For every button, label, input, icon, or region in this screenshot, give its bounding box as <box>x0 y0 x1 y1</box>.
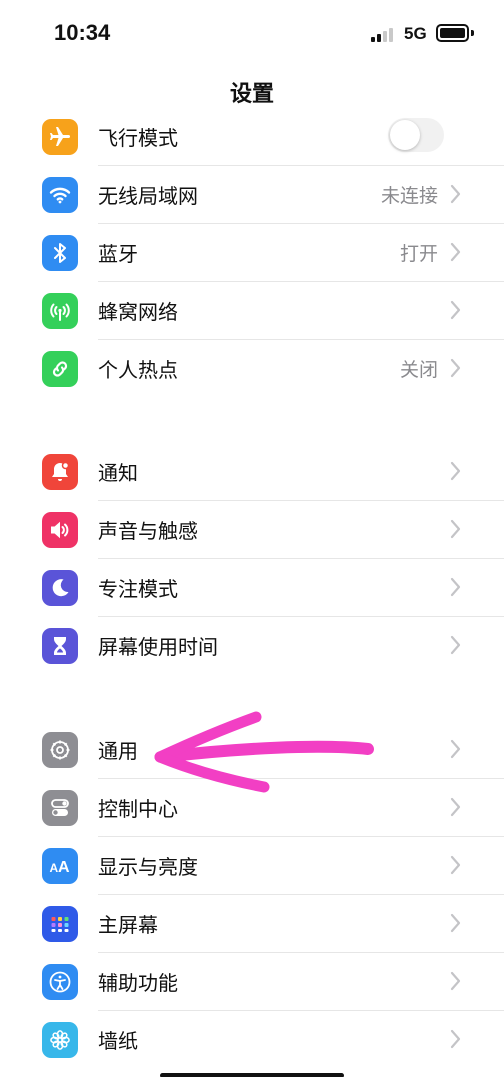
hourglass-icon <box>42 628 78 664</box>
row-value: 未连接 <box>380 185 438 207</box>
airplane-icon <box>42 119 78 155</box>
moon-icon <box>42 570 78 606</box>
antenna-icon <box>42 293 78 329</box>
chevron-right-icon <box>450 300 461 320</box>
settings-row-wifi[interactable]: 无线局域网 未连接 <box>0 166 504 224</box>
settings-group-notifications: 通知 声音与触感 专注模式 屏幕使用时间 <box>0 443 504 675</box>
settings-row-focus[interactable]: 专注模式 <box>0 559 504 617</box>
row-label: 蓝牙 <box>98 242 138 266</box>
chevron-right-icon <box>450 1029 461 1049</box>
hotspot-icon <box>42 351 78 387</box>
settings-group-connectivity: 飞行模式 无线局域网 未连接 蓝牙 打开 蜂窝网络 个人热点 关闭 <box>0 108 504 398</box>
settings-row-airplane-mode[interactable]: 飞行模式 <box>0 108 504 166</box>
page-title: 设置 <box>229 82 274 107</box>
row-label: 专注模式 <box>98 577 178 601</box>
settings-row-home-screen[interactable]: 主屏幕 <box>0 895 504 953</box>
chevron-right-icon <box>450 358 461 378</box>
settings-row-bluetooth[interactable]: 蓝牙 打开 <box>0 224 504 282</box>
chevron-right-icon <box>450 577 461 597</box>
status-time: 10:34 <box>54 20 111 45</box>
battery-icon <box>436 24 469 42</box>
chevron-right-icon <box>450 184 461 204</box>
settings-row-personal-hotspot[interactable]: 个人热点 关闭 <box>0 340 504 398</box>
settings-group-general: 通用 控制中心 AA 显示与亮度 主屏幕 辅助功能 墙纸 <box>0 721 504 1069</box>
settings-row-sounds-haptics[interactable]: 声音与触感 <box>0 501 504 559</box>
settings-row-display-brightness[interactable]: AA 显示与亮度 <box>0 837 504 895</box>
text-size-icon: AA <box>42 848 78 884</box>
row-label: 通用 <box>98 739 138 763</box>
toggles-icon <box>42 790 78 826</box>
settings-row-control-center[interactable]: 控制中心 <box>0 779 504 837</box>
row-label: 屏幕使用时间 <box>98 635 218 659</box>
row-label: 个人热点 <box>98 358 178 382</box>
bluetooth-icon <box>42 235 78 271</box>
bell-icon <box>42 454 78 490</box>
chevron-right-icon <box>450 519 461 539</box>
wifi-icon <box>42 177 78 213</box>
settings-row-screen-time[interactable]: 屏幕使用时间 <box>0 617 504 675</box>
settings-row-wallpaper[interactable]: 墙纸 <box>0 1011 504 1069</box>
chevron-right-icon <box>450 855 461 875</box>
settings-row-accessibility[interactable]: 辅助功能 <box>0 953 504 1011</box>
airplane-mode-toggle[interactable] <box>388 118 444 152</box>
gear-icon <box>42 732 78 768</box>
row-value: 关闭 <box>399 359 438 381</box>
row-label: 显示与亮度 <box>98 855 198 879</box>
chevron-right-icon <box>450 971 461 991</box>
row-label: 通知 <box>98 461 138 485</box>
flower-icon <box>42 1022 78 1058</box>
row-label: 无线局域网 <box>98 184 198 208</box>
chevron-right-icon <box>450 739 461 759</box>
row-label: 飞行模式 <box>98 126 178 150</box>
settings-row-notifications[interactable]: 通知 <box>0 443 504 501</box>
status-bar: 10:34 5G <box>0 0 504 66</box>
app-grid-icon <box>42 906 78 942</box>
speaker-icon <box>42 512 78 548</box>
row-value: 打开 <box>399 243 438 265</box>
chevron-right-icon <box>450 913 461 933</box>
chevron-right-icon <box>450 461 461 481</box>
chevron-right-icon <box>450 242 461 262</box>
row-label: 蜂窝网络 <box>98 300 178 324</box>
row-label: 辅助功能 <box>98 971 178 995</box>
row-label: 墙纸 <box>98 1029 138 1053</box>
settings-row-cellular[interactable]: 蜂窝网络 <box>0 282 504 340</box>
chevron-right-icon <box>450 797 461 817</box>
accessibility-icon <box>42 964 78 1000</box>
row-label: 主屏幕 <box>98 913 158 937</box>
svg-text:A: A <box>58 859 70 876</box>
home-indicator <box>160 1073 344 1077</box>
row-label: 声音与触感 <box>98 519 198 543</box>
settings-row-general[interactable]: 通用 <box>0 721 504 779</box>
network-type: 5G <box>404 24 427 43</box>
cellular-signal-icon <box>371 26 397 42</box>
row-label: 控制中心 <box>98 797 178 821</box>
battery-cap <box>471 30 474 36</box>
chevron-right-icon <box>450 635 461 655</box>
